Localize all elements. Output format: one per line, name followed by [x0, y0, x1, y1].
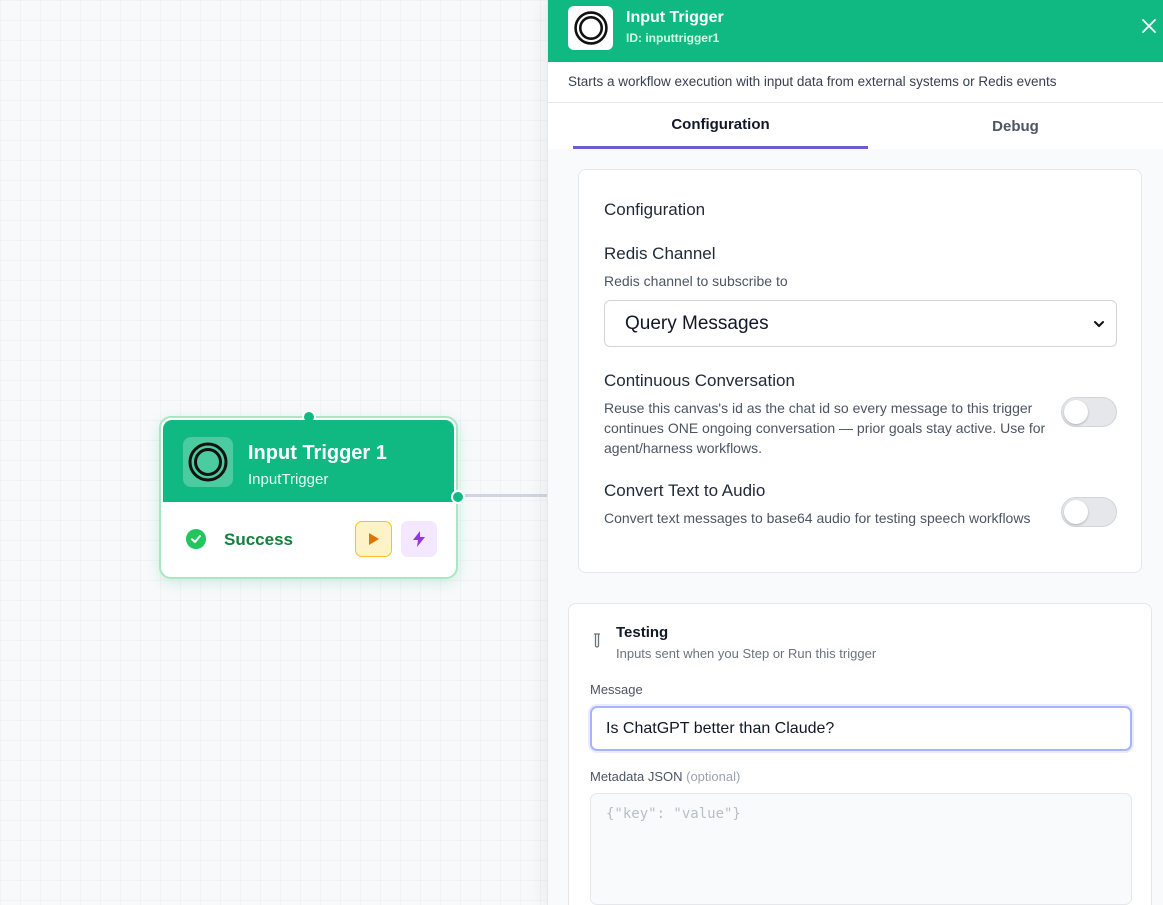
testing-subtitle: Inputs sent when you Step or Run this tr… [616, 646, 877, 661]
text-to-audio-toggle[interactable] [1061, 497, 1117, 527]
circle-logo-icon [568, 6, 613, 50]
node-connection-edge [458, 494, 558, 497]
continuous-conversation-toggle[interactable] [1061, 397, 1117, 427]
node-header: Input Trigger 1 InputTrigger [163, 420, 454, 502]
continuous-conversation-help: Reuse this canvas's id as the chat id so… [604, 400, 1046, 456]
continuous-conversation-label: Continuous Conversation [604, 371, 795, 390]
metadata-label-text: Metadata JSON [590, 769, 683, 784]
node-status-text: Success [224, 530, 293, 549]
node-output-handle[interactable] [451, 490, 465, 504]
text-to-audio-label: Convert Text to Audio [604, 481, 766, 500]
lightning-icon [413, 531, 425, 547]
play-icon [368, 533, 379, 545]
redis-channel-label: Redis Channel [604, 244, 716, 263]
input-trigger-node[interactable]: Input Trigger 1 InputTrigger Success [159, 410, 465, 579]
run-node-button[interactable] [355, 521, 392, 557]
check-circle-icon [186, 529, 206, 549]
message-label: Message [590, 682, 643, 697]
testing-card: Testing Inputs sent when you Step or Run… [568, 603, 1152, 905]
redis-channel-select[interactable]: Query Messages [604, 300, 1117, 347]
message-input[interactable] [590, 706, 1132, 751]
testing-title: Testing [616, 624, 669, 641]
node-config-panel: Input Trigger ID: inputtrigger1 Starts a… [547, 0, 1163, 905]
chevron-down-icon [1094, 321, 1104, 327]
tab-configuration[interactable]: Configuration [573, 103, 868, 149]
node-subtitle: InputTrigger [248, 471, 329, 488]
panel-header: Input Trigger ID: inputtrigger1 [548, 0, 1163, 62]
node-title: Input Trigger 1 [248, 442, 387, 464]
step-node-button[interactable] [401, 521, 437, 557]
toggle-knob [1064, 400, 1088, 424]
close-panel-button[interactable] [1138, 15, 1160, 37]
panel-tabs: Configuration Debug [548, 103, 1163, 149]
panel-title: Input Trigger [626, 9, 724, 26]
circle-logo-icon [183, 437, 233, 487]
close-icon [1142, 19, 1156, 33]
redis-channel-help: Redis channel to subscribe to [604, 273, 788, 289]
tab-debug[interactable]: Debug [868, 103, 1163, 149]
redis-channel-selected: Query Messages [625, 312, 769, 334]
metadata-optional-text: (optional) [686, 769, 741, 784]
text-to-audio-help: Convert text messages to base64 audio fo… [604, 510, 1031, 526]
toggle-knob [1064, 500, 1088, 524]
configuration-heading: Configuration [604, 200, 706, 219]
panel-description: Starts a workflow execution with input d… [548, 62, 1163, 103]
panel-node-id: ID: inputtrigger1 [626, 31, 720, 45]
test-tube-icon [593, 633, 601, 648]
metadata-json-textarea[interactable] [590, 793, 1132, 905]
configuration-card: Configuration Redis Channel Redis channe… [578, 169, 1142, 573]
metadata-label: Metadata JSON (optional) [590, 769, 740, 784]
